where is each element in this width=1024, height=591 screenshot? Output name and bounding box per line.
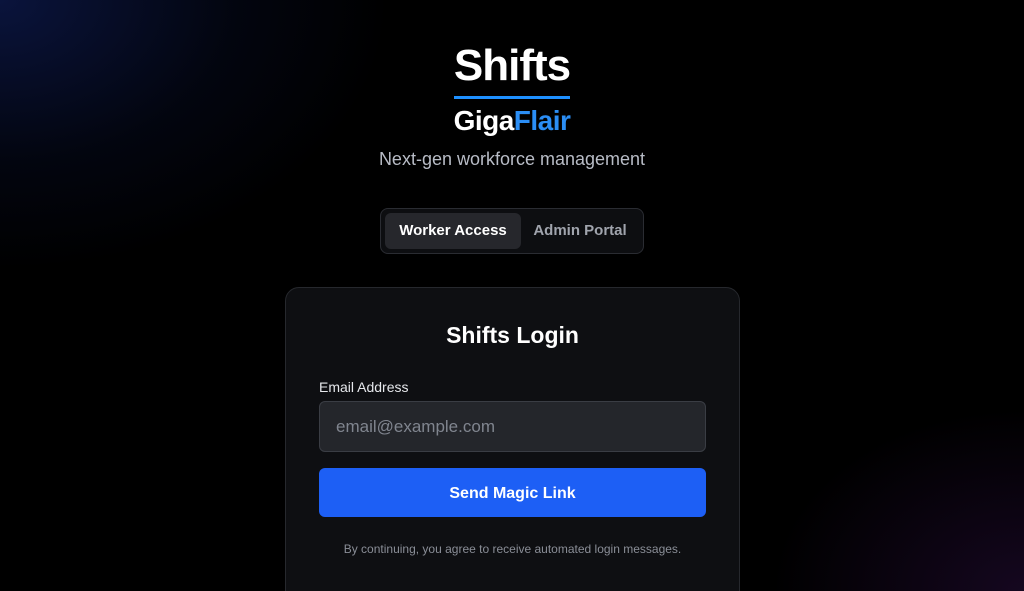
send-magic-link-button[interactable]: Send Magic Link bbox=[319, 468, 706, 517]
tagline: Next-gen workforce management bbox=[378, 149, 646, 169]
company-logo-accent: Flair bbox=[513, 105, 571, 136]
email-label: Email Address bbox=[319, 379, 409, 395]
access-toggle: Worker Access Admin Portal bbox=[380, 208, 644, 254]
login-page: Shifts GigaFlair Next-gen workforce mana… bbox=[0, 0, 1024, 591]
worker-access-tab[interactable]: Worker Access bbox=[385, 213, 521, 249]
company-logo-primary: Giga bbox=[453, 105, 515, 136]
app-logo-title: Shifts bbox=[453, 40, 571, 99]
email-input[interactable] bbox=[319, 401, 706, 452]
login-card-title: Shifts Login bbox=[446, 322, 579, 348]
company-logo: GigaFlair bbox=[0, 103, 1024, 139]
brand-header: Shifts GigaFlair bbox=[0, 40, 1024, 139]
consent-footnote: By continuing, you agree to receive auto… bbox=[343, 542, 682, 556]
admin-portal-tab[interactable]: Admin Portal bbox=[521, 213, 639, 249]
login-card: Shifts Login Email Address Send Magic Li… bbox=[285, 287, 740, 591]
